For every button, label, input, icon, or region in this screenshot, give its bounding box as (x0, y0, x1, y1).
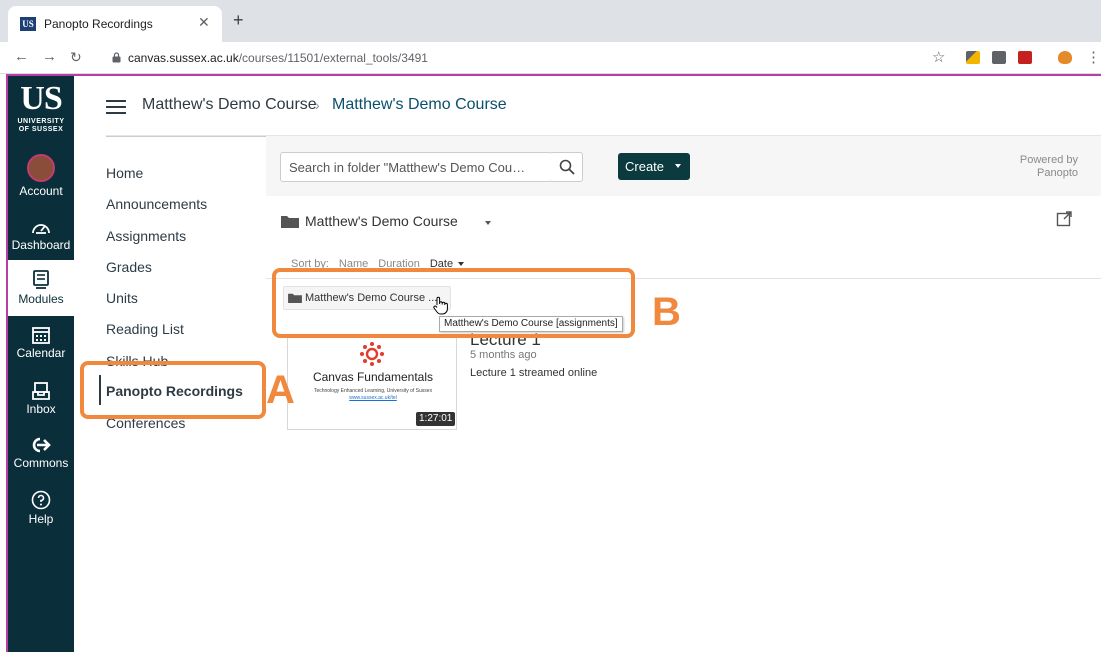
hamburger-menu-icon[interactable] (106, 100, 126, 114)
folder-title[interactable]: Matthew's Demo Course (305, 213, 458, 229)
nav-calendar[interactable]: Calendar (8, 322, 74, 372)
annotation-label-a: A (266, 368, 295, 412)
avatar (27, 154, 55, 182)
lock-icon (112, 52, 121, 63)
breadcrumb-separator: › (315, 97, 320, 113)
extension-pen-icon[interactable] (966, 51, 980, 64)
dashboard-icon (32, 224, 50, 234)
nav-modules[interactable]: Modules (8, 260, 74, 316)
recording-description: Lecture 1 streamed online (470, 367, 598, 379)
inbox-icon (32, 382, 50, 400)
calendar-icon (32, 327, 50, 344)
commons-icon (32, 437, 51, 453)
annotation-box-b (272, 268, 635, 338)
nav-commons[interactable]: Commons (8, 432, 74, 482)
recording-age: 5 months ago (470, 349, 537, 361)
browser-toolbar: ← → ↻ canvas.sussex.ac.uk/courses/11501/… (0, 42, 1101, 74)
thumbnail-title: Canvas Fundamentals (312, 370, 434, 384)
course-nav-home[interactable]: Home (106, 165, 143, 181)
extension-pear-icon[interactable] (1058, 51, 1072, 64)
thumbnail-subtitle: Technology Enhanced Learning, University… (313, 388, 433, 394)
search-button[interactable] (551, 152, 583, 182)
university-logo[interactable]: US (8, 82, 74, 116)
nav-help-label: Help (28, 512, 54, 526)
create-button-label: Create (625, 159, 665, 174)
nav-inbox-label: Inbox (26, 402, 56, 416)
breadcrumb-current: Matthew's Demo Course (332, 96, 507, 113)
tab-title: Panopto Recordings (44, 17, 153, 31)
university-logo-text: UNIVERSITY OF SUSSEX (8, 118, 74, 134)
nav-account-label: Account (19, 184, 63, 198)
reload-icon[interactable]: ↻ (70, 49, 82, 65)
global-navigation: US UNIVERSITY OF SUSSEX Account Dashboar… (8, 76, 74, 652)
annotation-label-b: B (652, 290, 681, 334)
canvas-logo-icon (360, 342, 384, 366)
open-in-new-window-icon[interactable] (1056, 211, 1072, 227)
create-caret-icon (675, 164, 681, 168)
folder-icon (281, 216, 299, 228)
browser-tab[interactable]: US Panopto Recordings ✕ (8, 6, 222, 42)
canvas-page: US UNIVERSITY OF SUSSEX Account Dashboar… (0, 74, 1101, 652)
panopto-search-input[interactable]: Search in folder "Matthew's Demo Cou… (280, 152, 552, 182)
course-nav-grades[interactable]: Grades (106, 259, 152, 275)
forward-icon[interactable]: → (42, 49, 57, 65)
new-tab-icon[interactable]: + (233, 11, 244, 29)
nav-dashboard[interactable]: Dashboard (8, 214, 74, 260)
favicon-icon: US (20, 17, 36, 31)
annotation-box-a (80, 361, 266, 419)
logo-line-1: UNIVERSITY (17, 118, 65, 125)
extension-red-icon[interactable] (1018, 51, 1032, 64)
create-button[interactable]: Create (618, 153, 690, 180)
screen: US Panopto Recordings ✕ + ← → ↻ canvas.s… (0, 0, 1101, 652)
powered-by-line-1: Powered by (1019, 154, 1078, 166)
folder-dropdown-icon[interactable] (485, 221, 491, 225)
url-host: canvas.sussex.ac.uk (128, 51, 239, 65)
breadcrumb-course-link[interactable]: Matthew's Demo Course (142, 96, 317, 114)
search-icon (559, 159, 575, 175)
course-nav-assignments[interactable]: Assignments (106, 228, 186, 244)
nav-modules-label: Modules (18, 292, 64, 306)
course-nav-divider (106, 136, 266, 137)
close-tab-icon[interactable]: ✕ (198, 14, 210, 31)
search-placeholder: Search in folder "Matthew's Demo Cou… (289, 160, 526, 175)
logo-line-2: OF SUSSEX (18, 126, 64, 133)
nav-commons-label: Commons (13, 456, 69, 470)
help-icon (31, 490, 51, 510)
bookmark-star-icon[interactable]: ☆ (932, 48, 945, 66)
browser-menu-icon[interactable]: ⋮ (1086, 48, 1101, 66)
recording-duration: 1:27:01 (416, 412, 456, 426)
recording-thumbnail[interactable]: Canvas Fundamentals Technology Enhanced … (287, 336, 457, 430)
nav-inbox[interactable]: Inbox (8, 378, 74, 428)
extension-k-icon[interactable] (992, 51, 1006, 64)
url-path: /courses/11501/external_tools/3491 (238, 51, 428, 65)
nav-account[interactable]: Account (8, 152, 74, 206)
address-bar[interactable]: canvas.sussex.ac.uk/courses/11501/extern… (128, 51, 428, 65)
course-nav-announcements[interactable]: Announcements (106, 196, 207, 212)
powered-by-line-2: Panopto (1037, 167, 1078, 179)
course-nav-units[interactable]: Units (106, 290, 138, 306)
course-nav-reading-list[interactable]: Reading List (106, 321, 184, 337)
nav-help[interactable]: Help (8, 486, 74, 538)
modules-icon (33, 270, 49, 289)
back-icon[interactable]: ← (14, 49, 29, 65)
frame-border-top (6, 74, 1101, 76)
powered-by-panopto: Powered by Panopto (990, 154, 1078, 180)
nav-dashboard-label: Dashboard (11, 238, 71, 252)
thumbnail-link: www.sussex.ac.uk/tel (349, 395, 397, 401)
nav-calendar-label: Calendar (16, 346, 66, 360)
browser-tab-strip: US Panopto Recordings ✕ + (0, 0, 1101, 42)
